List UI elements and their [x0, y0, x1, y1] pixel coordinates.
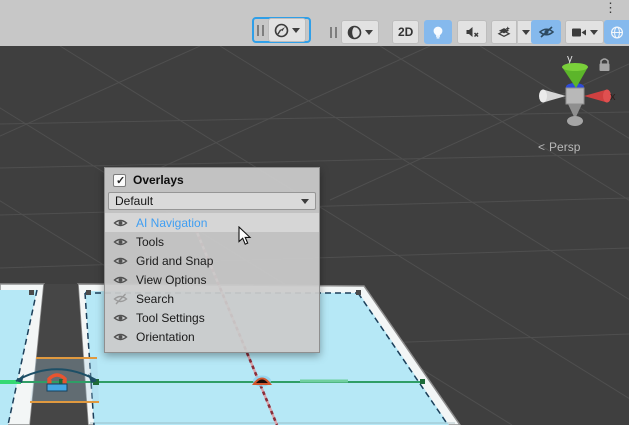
- camera-button[interactable]: [565, 20, 604, 44]
- gizmo-cube[interactable]: [566, 88, 584, 104]
- overlay-preset-value: Default: [115, 194, 153, 208]
- overlay-preset-dropdown[interactable]: Default: [108, 192, 316, 210]
- persp-chevron-icon: <: [538, 140, 545, 154]
- overlays-menu-title: Overlays: [133, 173, 184, 187]
- eye-icon[interactable]: [113, 236, 128, 248]
- shaded-sphere-icon: [347, 25, 362, 40]
- menu-item-ai-navigation[interactable]: AI Navigation: [105, 213, 319, 232]
- drag-handle-icon[interactable]: [257, 25, 264, 36]
- speaker-muted-icon: [465, 25, 480, 39]
- compass-icon: [274, 23, 289, 38]
- dropdown-caret-icon: [301, 199, 309, 204]
- dropdown-caret-icon: [522, 30, 530, 35]
- gizmos-button[interactable]: [604, 20, 629, 44]
- eye-icon[interactable]: [113, 312, 128, 324]
- axis-x-label: x: [610, 91, 616, 103]
- dropdown-caret-icon[interactable]: [590, 30, 598, 35]
- menu-item-search[interactable]: Search: [105, 289, 319, 308]
- eye-icon[interactable]: [113, 217, 128, 229]
- hidden-objects-button[interactable]: [531, 20, 561, 44]
- projection-label: Persp: [549, 140, 580, 154]
- scene-toolbar-area: ⋮ 2D: [0, 0, 629, 46]
- eye-icon[interactable]: [113, 331, 128, 343]
- eye-slash-icon: [538, 25, 555, 39]
- globe-icon: [610, 25, 624, 40]
- overlay-toolbar-view-options[interactable]: [330, 20, 379, 44]
- overlay-menu-kebab-icon[interactable]: ⋮: [604, 1, 616, 16]
- overlays-menu-header: ✓ Overlays: [105, 168, 319, 190]
- menu-item-view-options[interactable]: View Options: [105, 270, 319, 289]
- menu-item-grid-and-snap[interactable]: Grid and Snap: [105, 251, 319, 270]
- path-edge-link-icon: [253, 376, 271, 387]
- menu-item-orientation[interactable]: Orientation: [105, 327, 319, 346]
- light-bulb-icon: [431, 25, 445, 40]
- menu-item-tools[interactable]: Tools: [105, 232, 319, 251]
- eye-icon[interactable]: [113, 274, 128, 286]
- shading-mode-button[interactable]: [341, 20, 379, 44]
- 2d-label: 2D: [398, 25, 413, 39]
- audio-mute-button[interactable]: [457, 20, 487, 44]
- menu-item-tool-settings[interactable]: Tool Settings: [105, 308, 319, 327]
- overlays-enabled-checkbox[interactable]: ✓: [113, 174, 126, 187]
- projection-toggle[interactable]: < Persp: [538, 140, 580, 154]
- overlays-menu: ✓ Overlays Default AI Navigation Tools G…: [104, 167, 320, 353]
- 2d-toggle-button[interactable]: 2D: [392, 20, 419, 44]
- ai-navigation-compass-button[interactable]: [268, 18, 306, 42]
- drag-handle-icon[interactable]: [330, 27, 337, 38]
- overlay-toolbar-ai-navigation[interactable]: [252, 17, 311, 43]
- checkmark-icon: ✓: [116, 174, 125, 187]
- dropdown-caret-icon[interactable]: [292, 28, 300, 33]
- effects-button[interactable]: [491, 20, 517, 44]
- eye-icon[interactable]: [113, 255, 128, 267]
- fx-stack-icon: [497, 25, 511, 40]
- camera-icon: [571, 26, 587, 39]
- scene-lighting-button[interactable]: [424, 20, 452, 44]
- dropdown-caret-icon[interactable]: [365, 30, 373, 35]
- eye-slash-icon[interactable]: [113, 293, 128, 305]
